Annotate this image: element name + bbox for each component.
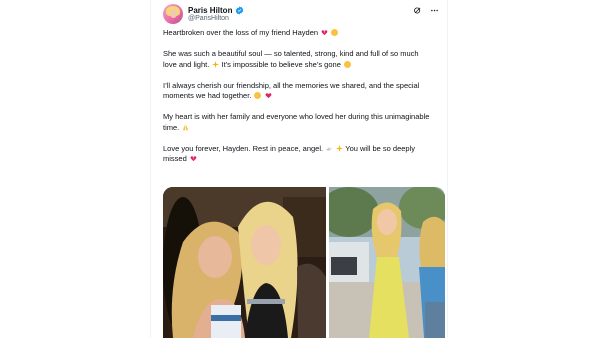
sparkles-emoji	[336, 144, 344, 152]
name-row: Paris Hilton	[188, 5, 244, 15]
header-actions	[413, 4, 439, 16]
tweet-text: Heartbroken over the loss of my friend H…	[163, 28, 433, 175]
heart-emoji	[265, 92, 272, 99]
tweet-header: Paris Hilton @ParisHilton	[163, 4, 439, 30]
broken-heart-emoji	[321, 29, 328, 36]
tweet-paragraph: She was such a beautiful soul — so talen…	[163, 49, 419, 69]
photo-1-illustration	[163, 187, 326, 338]
grok-icon[interactable]	[413, 6, 422, 15]
photo-2[interactable]	[329, 187, 445, 338]
tweet-paragraph: I’ll always cherish our friendship, all …	[163, 80, 420, 101]
tweet-paragraph: Love you forever, Hayden. Rest in peace,…	[163, 143, 416, 164]
sad-face-emoji	[254, 92, 262, 99]
photo-1[interactable]	[163, 187, 326, 338]
photo-2-illustration	[329, 187, 445, 338]
more-icon[interactable]	[430, 6, 439, 15]
sad-face-emoji	[331, 29, 339, 36]
crying-face-emoji	[343, 60, 351, 68]
broken-heart-emoji	[190, 155, 197, 162]
tweet-card: Paris Hilton @ParisHilton Heartbroken ov…	[150, 0, 448, 338]
praying-hands-emoji	[182, 124, 189, 131]
tweet-media	[163, 187, 445, 338]
sparkles-emoji	[212, 60, 220, 68]
author-handle[interactable]: @ParisHilton	[188, 15, 229, 22]
verified-badge-icon	[236, 5, 244, 15]
author-name[interactable]: Paris Hilton	[188, 6, 232, 15]
tweet-paragraph: My heart is with her family and everyone…	[163, 112, 430, 132]
avatar[interactable]	[163, 4, 183, 24]
tweet-paragraph: Heartbroken over the loss of my friend H…	[163, 28, 433, 39]
dove-emoji	[326, 145, 333, 152]
